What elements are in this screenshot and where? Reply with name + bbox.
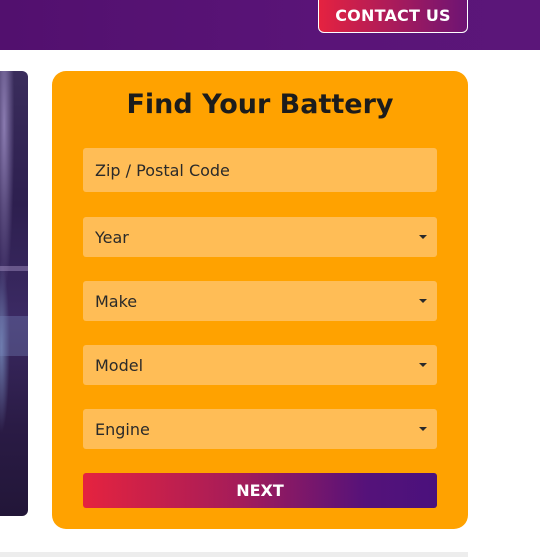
top-header-bar: CONTACT US bbox=[0, 0, 540, 50]
caret-down-icon bbox=[419, 299, 427, 303]
engine-select[interactable]: Engine bbox=[83, 409, 437, 449]
model-select[interactable]: Model bbox=[83, 345, 437, 385]
hero-image-highlight bbox=[0, 266, 28, 271]
make-select-value: Make bbox=[95, 291, 138, 311]
hero-image bbox=[0, 71, 28, 516]
model-select-value: Model bbox=[95, 355, 144, 375]
contact-us-button[interactable]: CONTACT US bbox=[318, 0, 468, 33]
make-select[interactable]: Make bbox=[83, 281, 437, 321]
year-select[interactable]: Year bbox=[83, 217, 437, 257]
zip-placeholder: Zip / Postal Code bbox=[95, 160, 230, 180]
hero-image-highlight bbox=[0, 316, 28, 356]
form-title: Find Your Battery bbox=[126, 89, 394, 120]
caret-down-icon bbox=[419, 427, 427, 431]
next-button[interactable]: NEXT bbox=[83, 473, 437, 508]
section-divider bbox=[0, 552, 468, 557]
year-select-value: Year bbox=[95, 227, 129, 247]
engine-select-value: Engine bbox=[95, 419, 150, 439]
zip-postal-code-input[interactable]: Zip / Postal Code bbox=[83, 148, 437, 192]
caret-down-icon bbox=[419, 235, 427, 239]
caret-down-icon bbox=[419, 363, 427, 367]
find-battery-card: Find Your Battery Zip / Postal Code Year… bbox=[52, 71, 468, 529]
